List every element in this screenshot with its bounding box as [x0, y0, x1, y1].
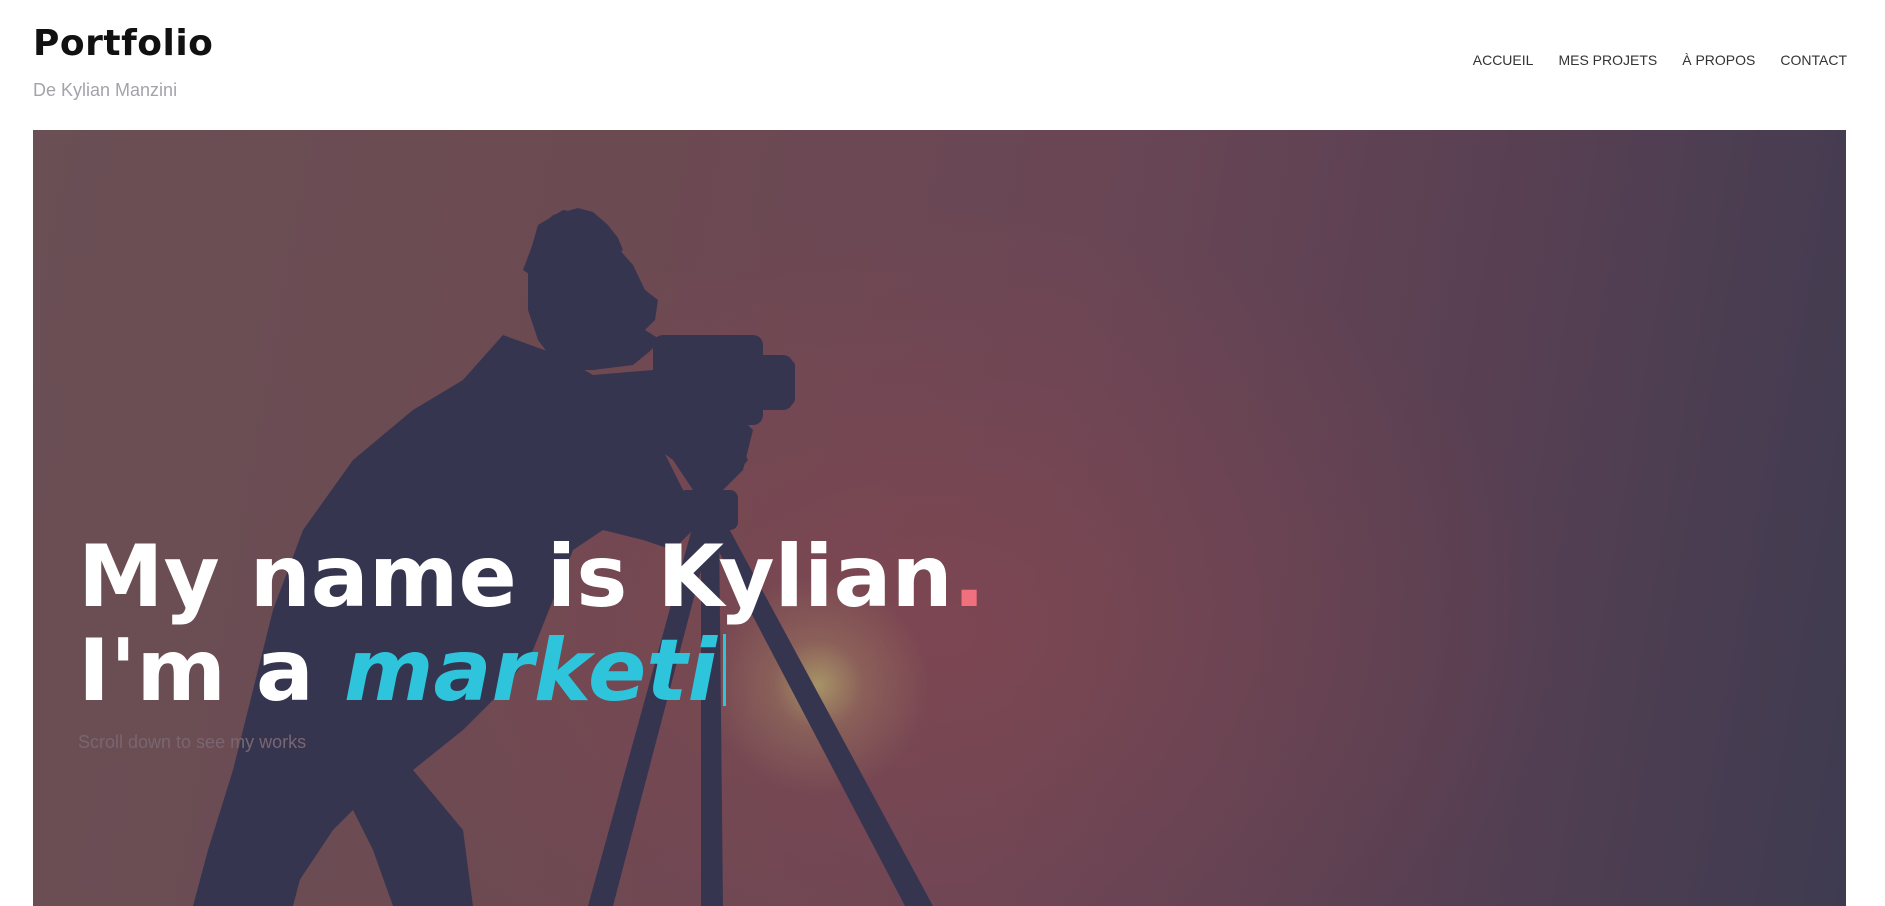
hero-banner: My name is Kylian. I'm a marketi Scroll …: [33, 130, 1846, 906]
nav-accueil[interactable]: ACCUEIL: [1473, 52, 1534, 68]
hero-headline: My name is Kylian. I'm a marketi Scroll …: [78, 530, 985, 753]
photographer-silhouette-image: [193, 208, 933, 906]
hero-role-prefix: I'm a: [78, 621, 314, 721]
typing-caret: [722, 634, 726, 706]
main-nav: ACCUEIL MES PROJETS À PROPOS CONTACT: [1473, 52, 1847, 68]
scroll-hint: Scroll down to see my works: [78, 732, 307, 752]
hero-typed-role: marketi: [343, 621, 717, 721]
nav-contact[interactable]: CONTACT: [1780, 52, 1847, 68]
site-tagline: De Kylian Manzini: [33, 80, 178, 100]
site-header: Portfolio De Kylian Manzini ACCUEIL MES …: [0, 0, 1885, 130]
hero-name-dot: .: [952, 527, 986, 627]
nav-a-propos[interactable]: À PROPOS: [1682, 52, 1755, 68]
hero-line-2: I'm a marketi: [78, 624, 985, 718]
brand: Portfolio De Kylian Manzini: [33, 20, 213, 102]
hero-name-text: My name is Kylian: [78, 527, 953, 627]
nav-mes-projets[interactable]: MES PROJETS: [1558, 52, 1657, 68]
hero-line-1: My name is Kylian.: [78, 530, 985, 624]
site-title[interactable]: Portfolio: [33, 20, 213, 68]
